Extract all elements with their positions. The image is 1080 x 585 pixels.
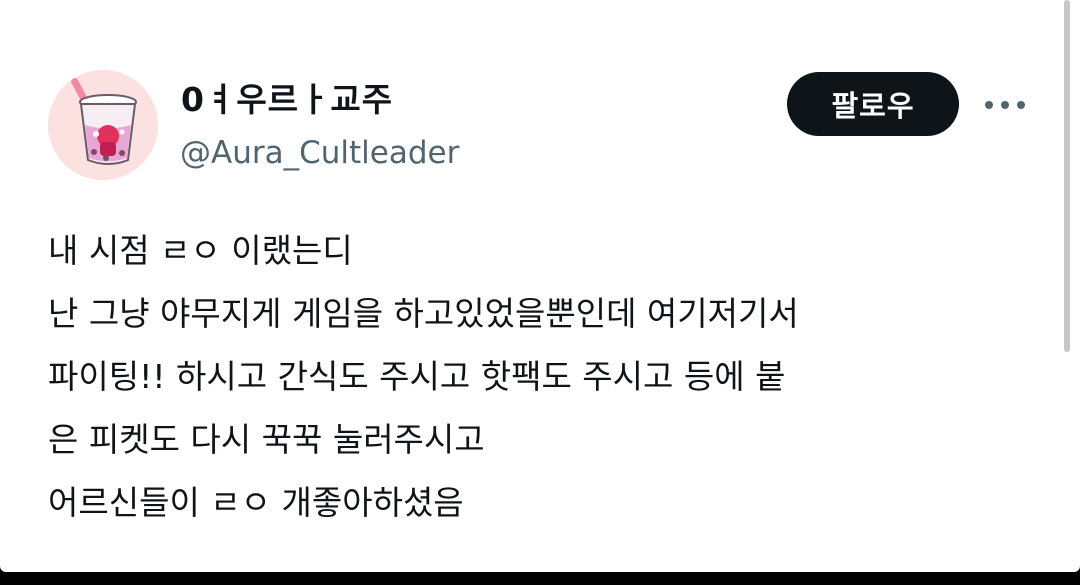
post-text-line: 내 시점 ㄹㅇ 이랬는디: [48, 231, 353, 270]
post-text-line: 어르신들이 ㄹㅇ 개좋아하셨음: [48, 483, 464, 522]
follow-button[interactable]: 팔로우: [787, 72, 959, 136]
author-handle[interactable]: @Aura_Cultleader: [180, 133, 459, 173]
post-text-line: 파이팅!! 하시고 간식도 주시고 핫팩도 주시고 등에 붙: [48, 357, 786, 396]
author-display-name[interactable]: 0ㅕ우르ㅏ교주: [181, 80, 393, 120]
scrollbar[interactable]: [1064, 0, 1070, 352]
post-card: 0ㅕ우르ㅏ교주 @Aura_Cultleader 팔로우 내 시점 ㄹㅇ 이랬는…: [0, 0, 1080, 572]
post-text-line: 난 그냥 야무지게 게임을 하고있었을뿐인데 여기저기서: [48, 294, 799, 333]
post-text-line: 은 피켓도 다시 꾹꾹 눌러주시고: [48, 420, 485, 459]
more-options-button[interactable]: [978, 86, 1032, 124]
screen: 0ㅕ우르ㅏ교주 @Aura_Cultleader 팔로우 내 시점 ㄹㅇ 이랬는…: [0, 0, 1080, 585]
bubble-tea-avatar-icon: [48, 70, 158, 180]
author-avatar[interactable]: [48, 70, 158, 180]
post-text: 내 시점 ㄹㅇ 이랬는디 난 그냥 야무지게 게임을 하고있었을뿐인데 여기저기…: [48, 219, 1048, 534]
more-dots-icon: [985, 101, 1025, 109]
